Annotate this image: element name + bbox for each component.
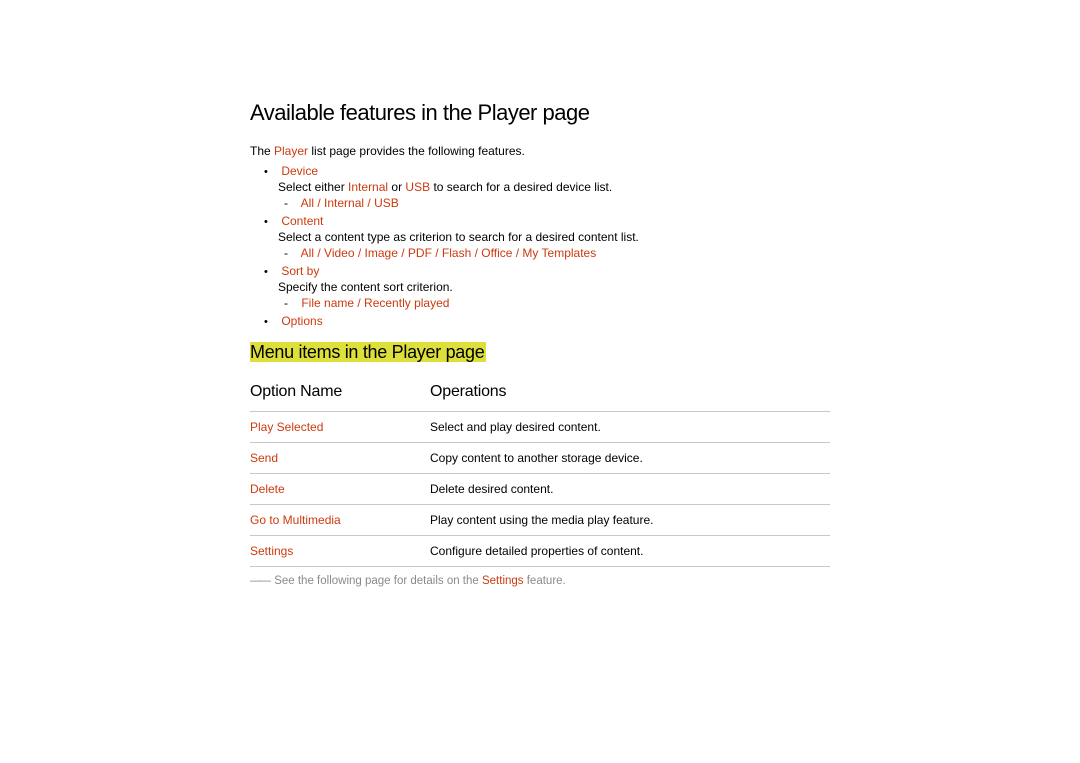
option-line: All / Internal / USB	[298, 196, 830, 210]
table-row: Delete Delete desired content.	[250, 474, 830, 505]
footnote-text-after: feature.	[524, 575, 566, 587]
feature-label: Options	[281, 314, 322, 328]
feature-options: All / Internal / USB	[278, 196, 830, 210]
section-subheading: Menu items in the Player page	[250, 342, 486, 362]
feature-label: Sort by	[281, 264, 319, 278]
feature-options-item: Options	[278, 314, 830, 328]
options-table: Option Name Operations Play Selected Sel…	[250, 379, 830, 567]
option-name: Send	[250, 451, 278, 465]
feature-options: File name / Recently played	[278, 296, 830, 310]
option-operation: Select and play desired content.	[430, 412, 830, 443]
intro-player-term: Player	[274, 144, 308, 158]
intro-after: list page provides the following feature…	[308, 144, 525, 158]
table-header-operations: Operations	[430, 379, 830, 412]
table-row: Play Selected Select and play desired co…	[250, 412, 830, 443]
option-name: Play Selected	[250, 420, 323, 434]
feature-desc: Select either Internal or USB to search …	[278, 180, 830, 194]
option-name: Settings	[250, 544, 293, 558]
footnote-dash-icon: ――	[250, 575, 269, 587]
feature-list: Device Select either Internal or USB to …	[250, 164, 830, 328]
feature-label: Device	[281, 164, 318, 178]
feature-options: All / Video / Image / PDF / Flash / Offi…	[278, 246, 830, 260]
feature-label: Content	[281, 214, 323, 228]
option-name: Go to Multimedia	[250, 513, 341, 527]
option-name: Delete	[250, 482, 285, 496]
table-row: Send Copy content to another storage dev…	[250, 443, 830, 474]
document-page: Available features in the Player page Th…	[0, 0, 1080, 587]
intro-text: The Player list page provides the follow…	[250, 144, 830, 158]
option-operation: Configure detailed properties of content…	[430, 536, 830, 567]
footnote: ―― See the following page for details on…	[250, 575, 830, 587]
intro-before: The	[250, 144, 274, 158]
footnote-settings-term: Settings	[482, 575, 524, 587]
option-line: File name / Recently played	[298, 296, 830, 310]
feature-sortby: Sort by Specify the content sort criteri…	[278, 264, 830, 310]
page-title: Available features in the Player page	[250, 100, 830, 126]
table-row: Settings Configure detailed properties o…	[250, 536, 830, 567]
feature-content: Content Select a content type as criteri…	[278, 214, 830, 260]
option-operation: Copy content to another storage device.	[430, 443, 830, 474]
subheading-wrap: Menu items in the Player page	[250, 342, 830, 363]
feature-desc: Select a content type as criterion to se…	[278, 230, 830, 244]
feature-desc: Specify the content sort criterion.	[278, 280, 830, 294]
option-operation: Play content using the media play featur…	[430, 505, 830, 536]
footnote-text-before: See the following page for details on th…	[274, 575, 482, 587]
table-header-option: Option Name	[250, 379, 430, 412]
option-line: All / Video / Image / PDF / Flash / Offi…	[298, 246, 830, 260]
option-operation: Delete desired content.	[430, 474, 830, 505]
feature-device: Device Select either Internal or USB to …	[278, 164, 830, 210]
table-row: Go to Multimedia Play content using the …	[250, 505, 830, 536]
